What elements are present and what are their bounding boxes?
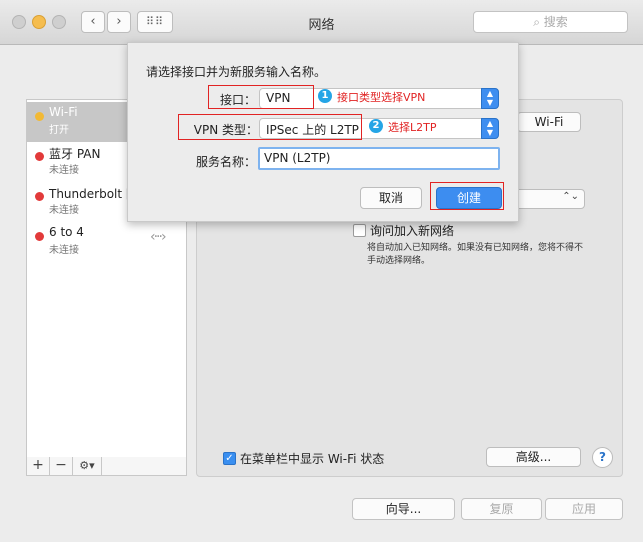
wifi-toggle-button[interactable]: Wi-Fi	[517, 112, 581, 132]
chevron-updown-icon: ⌃⌄	[562, 191, 579, 202]
assist-me-button[interactable]: 向导...	[352, 498, 455, 520]
ask-join-label: 询问加入新网络	[370, 224, 455, 238]
remove-service-button[interactable]: −	[50, 457, 73, 475]
ask-join-note: 将自动加入已知网络。如果没有已知网络，您将不得不手动选择网络。	[367, 243, 584, 266]
network-preferences-window: ‹ › ⠿⠿ 网络 ⌕ 搜索 Wi-Fi 打开 蓝牙 PAN 未连接 Thund…	[0, 0, 643, 542]
popup-arrows-icon: ▲ ▼	[481, 88, 499, 109]
add-service-button[interactable]: +	[27, 457, 50, 475]
service-name: 蓝牙 PAN	[49, 147, 101, 161]
popup-arrows-icon: ▲ ▼	[481, 118, 499, 139]
service-status: 未连接	[49, 245, 79, 256]
annotation-box-interface	[208, 85, 314, 109]
network-6to4-icon: ‹···›	[150, 229, 167, 245]
status-dot	[35, 232, 44, 241]
service-status: 未连接	[49, 165, 79, 176]
title-bar: ‹ › ⠿⠿ 网络 ⌕ 搜索	[0, 0, 643, 45]
search-field[interactable]: ⌕ 搜索	[473, 11, 628, 33]
apply-button[interactable]: 应用	[545, 498, 623, 520]
service-name: Wi-Fi	[49, 105, 78, 119]
annotation-text-1: 接口类型选择VPN	[337, 91, 426, 104]
service-list-toolbar: + − ⚙▾	[26, 457, 187, 476]
dialog-prompt: 请选择接口并为新服务输入名称。	[146, 65, 327, 79]
service-name: 6 to 4	[49, 225, 84, 239]
service-status: 未连接	[49, 205, 79, 216]
service-name: Thunderbolt 网	[49, 187, 138, 201]
help-button[interactable]: ?	[592, 447, 613, 468]
advanced-button[interactable]: 高级...	[486, 447, 581, 467]
revert-button[interactable]: 复原	[461, 498, 542, 520]
status-dot	[35, 112, 44, 121]
annotation-badge-2: 2	[369, 119, 383, 133]
search-placeholder: 搜索	[543, 15, 568, 29]
service-name-input[interactable]: VPN (L2TP)	[258, 147, 500, 170]
annotation-box-create	[430, 182, 504, 210]
annotation-badge-1: 1	[318, 89, 332, 103]
ask-join-checkbox[interactable]	[353, 224, 366, 237]
service-name-label: 服务名称：	[195, 155, 256, 169]
gear-icon[interactable]: ⚙▾	[73, 457, 102, 475]
service-status: 打开	[49, 125, 69, 136]
cancel-button[interactable]: 取消	[360, 187, 422, 209]
annotation-text-2: 选择L2TP	[388, 121, 437, 134]
show-in-menubar-label: 在菜单栏中显示 Wi-Fi 状态	[240, 452, 385, 466]
annotation-box-vpn-type	[178, 114, 362, 140]
status-dot	[35, 152, 44, 161]
checkmark-icon: ✓	[225, 453, 234, 464]
status-dot	[35, 192, 44, 201]
search-icon: ⌕	[533, 15, 540, 29]
show-in-menubar-checkbox[interactable]: ✓	[223, 452, 236, 465]
